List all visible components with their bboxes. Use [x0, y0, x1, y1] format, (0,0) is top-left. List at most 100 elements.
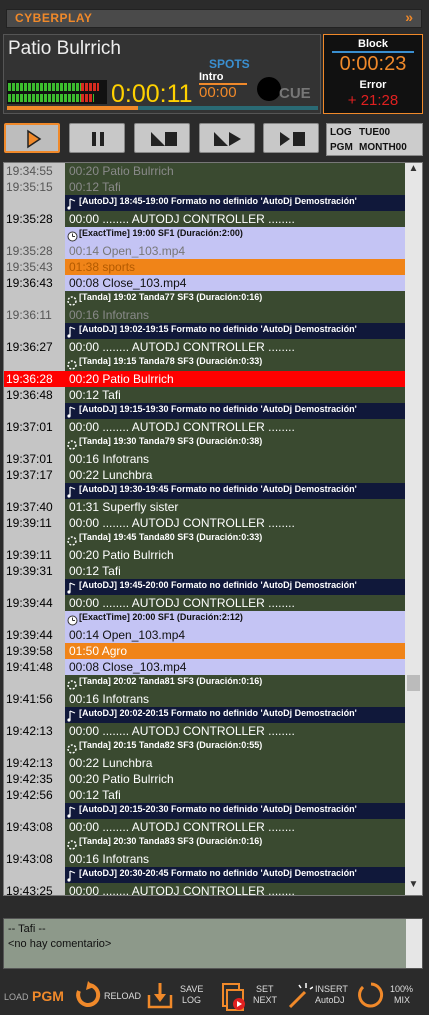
- save-log-button[interactable]: SAVE LOG: [146, 978, 206, 1014]
- block-label: Block: [358, 38, 388, 50]
- playlist-row[interactable]: 19:42:56 00:12 Tafi: [4, 787, 406, 803]
- playlist-separator[interactable]: [ExactTime] 20:00 SF1 (Duración:2:12): [4, 611, 406, 627]
- playlist-separator[interactable]: [AutoDJ] 18:45-19:00 Formato no definido…: [4, 195, 406, 211]
- scroll-up-icon[interactable]: ▲: [405, 163, 422, 179]
- mix-button[interactable]: 100% MIX: [358, 978, 426, 1014]
- row-text: [AutoDJ] 19:30-19:45 Formato no definido…: [79, 484, 357, 494]
- playlist-separator[interactable]: [AutoDJ] 19:30-19:45 Formato no definido…: [4, 483, 406, 499]
- autodj-label: AutoDJ: [315, 995, 345, 1005]
- playlist-row[interactable]: 19:34:55 00:20 Patio Bulrrich: [4, 163, 406, 179]
- playlist-row[interactable]: 19:37:01 00:00 ........ AUTODJ CONTROLLER…: [4, 419, 406, 435]
- stop-button[interactable]: [263, 123, 319, 153]
- play-icon: [27, 129, 42, 149]
- comment-scrollbar[interactable]: [406, 919, 422, 968]
- playlist-scrollbar[interactable]: ▲ ▼: [405, 163, 422, 895]
- stop-at-end-button[interactable]: [134, 123, 190, 153]
- playlist-separator[interactable]: [AutoDJ] 19:02-19:15 Formato no definido…: [4, 323, 406, 339]
- play-button[interactable]: [4, 123, 60, 153]
- playlist-row[interactable]: 19:43:08 00:00 ........ AUTODJ CONTROLLER…: [4, 819, 406, 835]
- playlist-row[interactable]: 19:39:58 01:50 Agro: [4, 643, 406, 659]
- log-save-label: LOG: [182, 995, 202, 1005]
- playlist-row[interactable]: 19:42:13 00:00 ........ AUTODJ CONTROLLER…: [4, 723, 406, 739]
- clock-icon: [67, 229, 78, 242]
- playlist-separator[interactable]: [Tanda] 20:02 Tanda81 SF3 (Duración:0:16…: [4, 675, 406, 691]
- row-content: 00:08 Close_103.mp4: [65, 659, 406, 675]
- play-next-button[interactable]: [199, 123, 255, 153]
- playlist-row[interactable]: 19:35:43 01:38 sports: [4, 259, 406, 275]
- row-text: 00:00 ........ AUTODJ CONTROLLER .......…: [69, 884, 295, 896]
- reload-label: RELOAD: [104, 991, 142, 1001]
- log-value: TUE00: [359, 127, 391, 138]
- playlist-separator[interactable]: [Tanda] 20:15 Tanda82 SF3 (Duración:0:55…: [4, 739, 406, 755]
- app-title: CYBERPLAY: [15, 11, 93, 25]
- playlist-row[interactable]: 19:36:11 00:16 Infotrans: [4, 307, 406, 323]
- row-text: 00:12 Tafi: [69, 788, 121, 802]
- reload-button[interactable]: RELOAD: [74, 978, 142, 1014]
- row-time: 19:34:55: [6, 164, 53, 178]
- playlist-row[interactable]: 19:36:28 00:20 Patio Bulrrich: [4, 371, 406, 387]
- playlist-row[interactable]: 19:39:44 00:00 ........ AUTODJ CONTROLLER…: [4, 595, 406, 611]
- playlist-separator[interactable]: [AutoDJ] 20:30-20:45 Formato no definido…: [4, 867, 406, 883]
- playlist-row[interactable]: 19:41:56 00:16 Infotrans: [4, 691, 406, 707]
- playlist-row[interactable]: 19:37:01 00:16 Infotrans: [4, 451, 406, 467]
- playlist-separator[interactable]: [ExactTime] 19:00 SF1 (Duración:2:00): [4, 227, 406, 243]
- comment-text: <no hay comentario>: [8, 938, 112, 950]
- playlist-row[interactable]: 19:35:28 00:00 ........ AUTODJ CONTROLLER…: [4, 211, 406, 227]
- row-content: 01:31 Superfly sister: [65, 499, 406, 515]
- row-time: 19:36:11: [6, 308, 52, 322]
- row-content: 00:00 ........ AUTODJ CONTROLLER .......…: [65, 883, 406, 896]
- row-text: 00:00 ........ AUTODJ CONTROLLER .......…: [69, 340, 295, 354]
- playlist-row[interactable]: 19:36:48 00:12 Tafi: [4, 387, 406, 403]
- playlist-row[interactable]: 19:36:27 00:00 ........ AUTODJ CONTROLLER…: [4, 339, 406, 355]
- playlist-separator[interactable]: [AutoDJ] 20:02-20:15 Formato no definido…: [4, 707, 406, 723]
- row-text: [AutoDJ] 18:45-19:00 Formato no definido…: [79, 196, 357, 206]
- music-note-icon: [67, 581, 76, 594]
- playlist-row[interactable]: 19:35:15 00:12 Tafi: [4, 179, 406, 195]
- playlist-separator[interactable]: [Tanda] 20:30 Tanda83 SF3 (Duración:0:16…: [4, 835, 406, 851]
- bottom-toolbar: LOAD PGM RELOAD SAVE LOG SET NEXT INSERT…: [0, 978, 429, 1014]
- playlist-row[interactable]: 19:42:35 00:20 Patio Bulrrich: [4, 771, 406, 787]
- set-next-button[interactable]: SET NEXT: [220, 978, 280, 1014]
- playlist-row[interactable]: 19:39:44 00:14 Open_103.mp4: [4, 627, 406, 643]
- row-time: 19:39:58: [6, 644, 53, 658]
- playlist[interactable]: 19:34:55 00:20 Patio Bulrrich 19:35:15 00:1…: [3, 162, 423, 896]
- row-time: 19:41:48: [6, 660, 53, 674]
- playlist-row[interactable]: 19:39:31 00:12 Tafi: [4, 563, 406, 579]
- playlist-row[interactable]: 19:42:13 00:22 Lunchbra: [4, 755, 406, 771]
- double-chevron-right-icon[interactable]: »: [405, 9, 413, 25]
- playlist-separator[interactable]: [Tanda] 19:15 Tanda78 SF3 (Duración:0:33…: [4, 355, 406, 371]
- playlist-row[interactable]: 19:37:40 01:31 Superfly sister: [4, 499, 406, 515]
- row-content: [Tanda] 20:15 Tanda82 SF3 (Duración:0:55…: [65, 739, 406, 755]
- row-text: 00:16 Infotrans: [69, 308, 150, 322]
- stop-at-end-icon: [151, 132, 177, 146]
- playlist-row[interactable]: 19:35:28 00:14 Open_103.mp4: [4, 243, 406, 259]
- playlist-separator[interactable]: [Tanda] 19:30 Tanda79 SF3 (Duración:0:38…: [4, 435, 406, 451]
- tanda-icon: [67, 677, 77, 690]
- row-time: 19:35:15: [6, 180, 53, 194]
- playlist-row[interactable]: 19:36:43 00:08 Close_103.mp4: [4, 275, 406, 291]
- playlist-row[interactable]: 19:37:17 00:22 Lunchbra: [4, 467, 406, 483]
- row-time: 19:36:48: [6, 388, 53, 402]
- playlist-separator[interactable]: [AutoDJ] 19:45-20:00 Formato no definido…: [4, 579, 406, 595]
- scroll-thumb[interactable]: [407, 675, 420, 691]
- comment-box[interactable]: -- Tafi -- <no hay comentario>: [3, 918, 423, 969]
- row-text: [Tanda] 20:30 Tanda83 SF3 (Duración:0:16…: [79, 836, 263, 846]
- insert-autodj-button[interactable]: INSERT AutoDJ: [287, 978, 353, 1014]
- pause-button[interactable]: [69, 123, 125, 153]
- playlist-row[interactable]: 19:43:08 00:16 Infotrans: [4, 851, 406, 867]
- playlist-row[interactable]: 19:43:25 00:00 ........ AUTODJ CONTROLLER…: [4, 883, 406, 896]
- playlist-separator[interactable]: [AutoDJ] 20:15-20:30 Formato no definido…: [4, 803, 406, 819]
- spots-label: SPOTS: [209, 57, 250, 71]
- tanda-icon: [67, 533, 77, 546]
- playlist-separator[interactable]: [Tanda] 19:45 Tanda80 SF3 (Duración:0:33…: [4, 531, 406, 547]
- playlist-row[interactable]: 19:39:11 00:20 Patio Bulrrich: [4, 547, 406, 563]
- load-pgm-button[interactable]: LOAD PGM: [4, 978, 64, 1014]
- playlist-separator[interactable]: [AutoDJ] 19:15-19:30 Formato no definido…: [4, 403, 406, 419]
- log-pgm-panel[interactable]: LOG TUE00 PGM MONTH00: [326, 123, 423, 156]
- scroll-down-icon[interactable]: ▼: [405, 879, 422, 895]
- playlist-row[interactable]: 19:39:11 00:00 ........ AUTODJ CONTROLLER…: [4, 515, 406, 531]
- playlist-row[interactable]: 19:41:48 00:08 Close_103.mp4: [4, 659, 406, 675]
- row-time: 19:43:08: [6, 852, 53, 866]
- track-progress-bar[interactable]: [7, 106, 318, 110]
- playlist-separator[interactable]: [Tanda] 19:02 Tanda77 SF3 (Duración:0:16…: [4, 291, 406, 307]
